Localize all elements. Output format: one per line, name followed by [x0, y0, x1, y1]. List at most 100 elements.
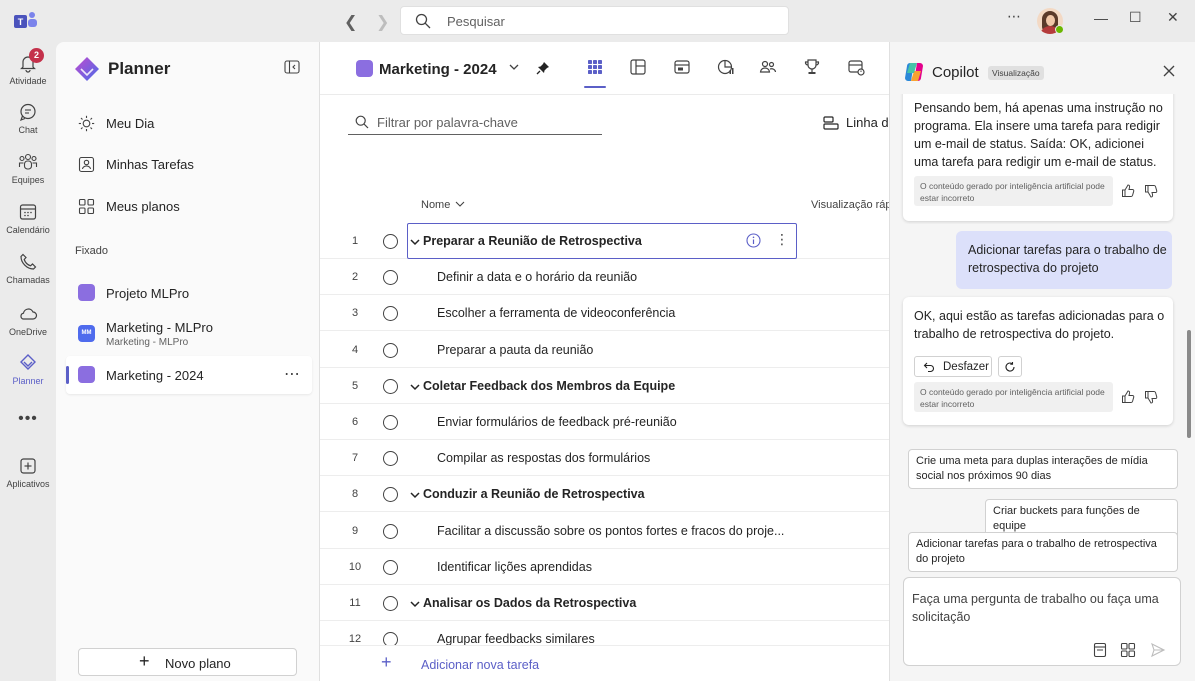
task-title[interactable]: Coletar Feedback dos Membros da Equipe — [423, 379, 675, 393]
send-icon[interactable] — [1150, 642, 1166, 658]
task-title[interactable]: Enviar formulários de feedback pré-reuni… — [437, 415, 677, 429]
task-title[interactable]: Identificar lições aprendidas — [437, 560, 592, 574]
table-row[interactable]: 5 Coletar Feedback dos Membros da Equipe — [320, 368, 890, 404]
task-title[interactable]: Conduzir a Reunião de Retrospectiva — [423, 487, 645, 501]
table-row[interactable]: 4 Preparar a pauta da reunião — [320, 332, 890, 368]
column-header-name[interactable]: Nome — [421, 199, 450, 211]
rail-item-calendar[interactable]: Calendário — [0, 202, 56, 235]
tab-board[interactable] — [626, 56, 650, 78]
complete-task-checkbox[interactable] — [383, 270, 398, 285]
rail-item-chat[interactable]: Chat — [0, 102, 56, 135]
complete-task-checkbox[interactable] — [383, 234, 398, 249]
table-row[interactable]: 6 Enviar formulários de feedback pré-reun… — [320, 404, 890, 440]
table-row[interactable]: 2 Definir a data e o horário da reunião — [320, 259, 890, 295]
table-row[interactable]: 9 Facilitar a discussão sobre os pontos f… — [320, 513, 890, 549]
suggestion-chip[interactable]: Adicionar tarefas para o trabalho de ret… — [908, 532, 1178, 572]
task-title[interactable]: Escolher a ferramenta de videoconferênci… — [437, 306, 675, 320]
row-number: 2 — [351, 271, 359, 283]
task-title[interactable]: Preparar a pauta da reunião — [437, 343, 593, 357]
copilot-scrollbar[interactable] — [1187, 330, 1191, 438]
nav-my-day[interactable]: Meu Dia — [74, 108, 304, 138]
rail-label: Aplicativos — [6, 479, 50, 489]
suggestion-chip[interactable]: Crie uma meta para duplas interações de … — [908, 449, 1178, 489]
timeline-button[interactable]: Linha do tempo — [823, 114, 890, 132]
rail-more-button[interactable]: ••• — [0, 410, 56, 428]
more-vertical-icon[interactable]: ⋮ — [775, 231, 789, 248]
plan-more-options-icon[interactable]: ⋯ — [284, 364, 300, 384]
chevron-down-icon[interactable] — [410, 237, 420, 247]
tab-goals[interactable] — [800, 56, 824, 78]
table-row[interactable]: 11 Analisar os Dados da Retrospectiva — [320, 585, 890, 621]
search-input[interactable]: Pesquisar — [400, 6, 789, 35]
rail-item-planner[interactable]: Planner — [0, 353, 56, 386]
trophy-icon — [804, 59, 820, 74]
chevron-down-icon[interactable] — [410, 382, 420, 392]
complete-task-checkbox[interactable] — [383, 451, 398, 466]
task-title[interactable]: Facilitar a discussão sobre os pontos fo… — [437, 524, 784, 538]
table-row[interactable]: 7 Compilar as respostas dos formulários — [320, 440, 890, 476]
retry-button[interactable] — [998, 356, 1022, 377]
complete-task-checkbox[interactable] — [383, 379, 398, 394]
thumbs-down-icon[interactable] — [1144, 184, 1158, 198]
tab-schedule[interactable] — [670, 56, 694, 78]
plus-icon: + — [139, 651, 150, 671]
chevron-down-icon[interactable] — [410, 490, 420, 500]
task-title[interactable]: Preparar a Reunião de Retrospectiva — [423, 234, 642, 248]
thumbs-down-icon[interactable] — [1144, 390, 1158, 404]
complete-task-checkbox[interactable] — [383, 306, 398, 321]
task-title[interactable]: Definir a data e o horário da reunião — [437, 270, 637, 284]
table-row[interactable]: 8 Conduzir a Reunião de Retrospectiva — [320, 476, 890, 512]
table-row[interactable]: 1 Preparar a Reunião de Retrospectiva ⋮ — [320, 223, 890, 259]
sidebar-plan-projeto-mlpro[interactable]: Projeto MLPro — [66, 274, 312, 312]
minimize-icon[interactable]: — — [1094, 10, 1108, 26]
thumbs-up-icon[interactable] — [1121, 184, 1135, 198]
forward-arrow-icon[interactable]: ❯ — [376, 12, 389, 32]
sidebar-plan-marketing-mlpro[interactable]: MM Marketing - MLPro Marketing - MLPro — [66, 315, 312, 353]
complete-task-checkbox[interactable] — [383, 524, 398, 539]
more-options-icon[interactable]: ⋯ — [1007, 8, 1021, 25]
close-window-icon[interactable]: ✕ — [1167, 9, 1179, 26]
tab-charts[interactable] — [714, 56, 738, 78]
tab-people[interactable] — [756, 56, 780, 78]
nav-my-tasks[interactable]: Minhas Tarefas — [74, 149, 304, 179]
chevron-down-icon[interactable] — [508, 61, 520, 73]
task-title[interactable]: Analisar os Dados da Retrospectiva — [423, 596, 636, 610]
copilot-composer[interactable]: Faça uma pergunta de trabalho ou faça um… — [903, 577, 1181, 666]
complete-task-checkbox[interactable] — [383, 560, 398, 575]
maximize-icon[interactable]: ☐ — [1129, 9, 1142, 26]
tab-sprints[interactable] — [844, 56, 868, 78]
rail-item-teams[interactable]: Equipes — [0, 152, 56, 185]
thumbs-up-icon[interactable] — [1121, 390, 1135, 404]
add-task-button[interactable]: + Adicionar nova tarefa — [320, 645, 890, 681]
close-icon[interactable] — [1162, 64, 1176, 78]
rail-item-apps[interactable]: Aplicativos — [0, 456, 56, 489]
row-number: 5 — [351, 380, 359, 392]
plus-icon: + — [381, 652, 392, 672]
task-title[interactable]: Agrupar feedbacks similares — [437, 632, 595, 646]
collapse-sidebar-icon[interactable] — [284, 60, 300, 74]
tab-grid[interactable] — [583, 56, 607, 88]
rail-item-activity[interactable]: 2 Atividade — [0, 48, 56, 86]
task-title[interactable]: Compilar as respostas dos formulários — [437, 451, 650, 465]
filter-input[interactable]: Filtrar por palavra-chave — [348, 110, 602, 135]
undo-button[interactable]: Desfazer — [914, 356, 992, 377]
chevron-down-icon[interactable] — [455, 199, 465, 209]
apps-grid-icon[interactable] — [1120, 642, 1136, 658]
nav-my-plans[interactable]: Meus planos — [74, 191, 304, 221]
plan-title[interactable]: Marketing - 2024 — [379, 61, 497, 78]
rail-item-calls[interactable]: Chamadas — [0, 252, 56, 285]
complete-task-checkbox[interactable] — [383, 596, 398, 611]
sidebar-plan-marketing-2024[interactable]: Marketing - 2024 ⋯ — [66, 356, 312, 394]
info-icon[interactable] — [746, 233, 761, 248]
chevron-down-icon[interactable] — [410, 599, 420, 609]
complete-task-checkbox[interactable] — [383, 343, 398, 358]
notebook-icon[interactable] — [1092, 642, 1108, 658]
rail-item-onedrive[interactable]: OneDrive — [0, 304, 56, 337]
table-row[interactable]: 10 Identificar lições aprendidas — [320, 549, 890, 585]
pin-icon[interactable] — [536, 61, 550, 75]
new-plan-button[interactable]: + Novo plano — [78, 648, 297, 676]
back-arrow-icon[interactable]: ❮ — [344, 12, 357, 32]
complete-task-checkbox[interactable] — [383, 487, 398, 502]
complete-task-checkbox[interactable] — [383, 415, 398, 430]
table-row[interactable]: 3 Escolher a ferramenta de videoconferênc… — [320, 295, 890, 331]
